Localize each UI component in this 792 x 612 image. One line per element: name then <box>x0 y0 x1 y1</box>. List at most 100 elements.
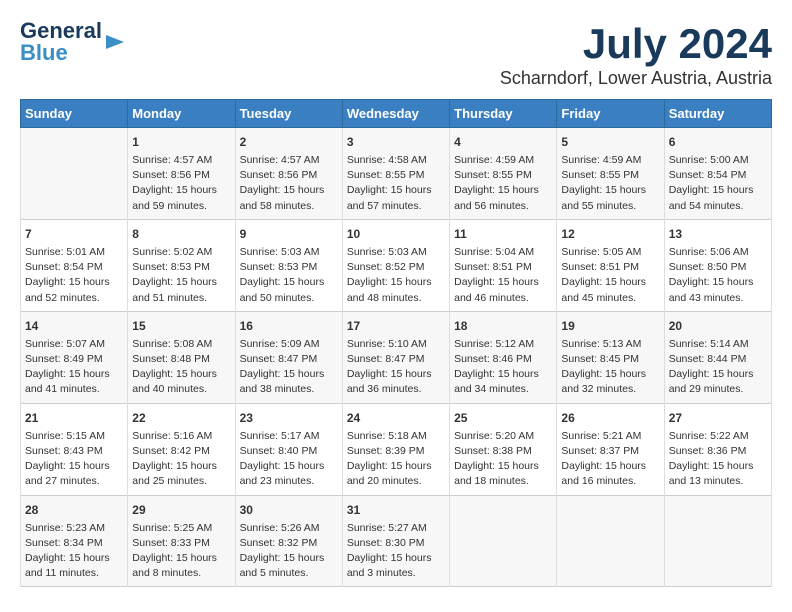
cell-content: Sunrise: 5:03 AM Sunset: 8:53 PM Dayligh… <box>240 245 338 306</box>
calendar-cell: 25 Sunrise: 5:20 AM Sunset: 8:38 PM Dayli… <box>450 403 557 495</box>
cell-content: Sunrise: 5:21 AM Sunset: 8:37 PM Dayligh… <box>561 429 659 490</box>
cell-content: Sunrise: 5:13 AM Sunset: 8:45 PM Dayligh… <box>561 337 659 398</box>
cell-content: Sunrise: 4:58 AM Sunset: 8:55 PM Dayligh… <box>347 153 445 214</box>
day-number: 9 <box>240 225 338 243</box>
calendar-cell: 26 Sunrise: 5:21 AM Sunset: 8:37 PM Dayli… <box>557 403 664 495</box>
cell-content: Sunrise: 5:14 AM Sunset: 8:44 PM Dayligh… <box>669 337 767 398</box>
day-header-row: SundayMondayTuesdayWednesdayThursdayFrid… <box>21 100 772 128</box>
calendar-cell: 29 Sunrise: 5:25 AM Sunset: 8:33 PM Dayli… <box>128 495 235 587</box>
calendar-cell: 8Sunrise: 5:02 AM Sunset: 8:53 PM Daylig… <box>128 219 235 311</box>
cell-content: Sunrise: 4:57 AM Sunset: 8:56 PM Dayligh… <box>240 153 338 214</box>
day-number: 25 <box>454 409 552 427</box>
day-number: 2 <box>240 133 338 151</box>
day-number: 28 <box>25 501 123 519</box>
calendar-cell: 20 Sunrise: 5:14 AM Sunset: 8:44 PM Dayli… <box>664 311 771 403</box>
calendar-cell: 14 Sunrise: 5:07 AM Sunset: 8:49 PM Dayli… <box>21 311 128 403</box>
calendar-table: SundayMondayTuesdayWednesdayThursdayFrid… <box>20 99 772 587</box>
calendar-cell: 17Sunrise: 5:10 AM Sunset: 8:47 PM Dayli… <box>342 311 449 403</box>
calendar-cell: 18 Sunrise: 5:12 AM Sunset: 8:46 PM Dayli… <box>450 311 557 403</box>
calendar-cell <box>557 495 664 587</box>
calendar-cell: 24 Sunrise: 5:18 AM Sunset: 8:39 PM Dayli… <box>342 403 449 495</box>
cell-content: Sunrise: 4:59 AM Sunset: 8:55 PM Dayligh… <box>454 153 552 214</box>
day-number: 3 <box>347 133 445 151</box>
cell-content: Sunrise: 5:23 AM Sunset: 8:34 PM Dayligh… <box>25 521 123 582</box>
calendar-cell: 28 Sunrise: 5:23 AM Sunset: 8:34 PM Dayli… <box>21 495 128 587</box>
cell-content: Sunrise: 5:01 AM Sunset: 8:54 PM Dayligh… <box>25 245 123 306</box>
cell-content: Sunrise: 5:18 AM Sunset: 8:39 PM Dayligh… <box>347 429 445 490</box>
day-number: 27 <box>669 409 767 427</box>
day-number: 14 <box>25 317 123 335</box>
calendar-cell: 27 Sunrise: 5:22 AM Sunset: 8:36 PM Dayli… <box>664 403 771 495</box>
calendar-cell <box>21 128 128 220</box>
cell-content: Sunrise: 5:22 AM Sunset: 8:36 PM Dayligh… <box>669 429 767 490</box>
cell-content: Sunrise: 5:09 AM Sunset: 8:47 PM Dayligh… <box>240 337 338 398</box>
calendar-cell: 16 Sunrise: 5:09 AM Sunset: 8:47 PM Dayli… <box>235 311 342 403</box>
cell-content: Sunrise: 4:59 AM Sunset: 8:55 PM Dayligh… <box>561 153 659 214</box>
day-number: 18 <box>454 317 552 335</box>
cell-content: Sunrise: 5:25 AM Sunset: 8:33 PM Dayligh… <box>132 521 230 582</box>
cell-content: Sunrise: 5:12 AM Sunset: 8:46 PM Dayligh… <box>454 337 552 398</box>
cell-content: Sunrise: 5:04 AM Sunset: 8:51 PM Dayligh… <box>454 245 552 306</box>
cell-content: Sunrise: 5:03 AM Sunset: 8:52 PM Dayligh… <box>347 245 445 306</box>
day-number: 19 <box>561 317 659 335</box>
calendar-cell: 30 Sunrise: 5:26 AM Sunset: 8:32 PM Dayli… <box>235 495 342 587</box>
logo-general: General <box>20 20 102 42</box>
calendar-cell: 21 Sunrise: 5:15 AM Sunset: 8:43 PM Dayli… <box>21 403 128 495</box>
cell-content: Sunrise: 5:17 AM Sunset: 8:40 PM Dayligh… <box>240 429 338 490</box>
day-number: 30 <box>240 501 338 519</box>
day-header-friday: Friday <box>557 100 664 128</box>
week-row-3: 14 Sunrise: 5:07 AM Sunset: 8:49 PM Dayli… <box>21 311 772 403</box>
day-number: 22 <box>132 409 230 427</box>
cell-content: Sunrise: 5:27 AM Sunset: 8:30 PM Dayligh… <box>347 521 445 582</box>
day-number: 8 <box>132 225 230 243</box>
week-row-1: 1 Sunrise: 4:57 AM Sunset: 8:56 PM Daylig… <box>21 128 772 220</box>
sub-title: Scharndorf, Lower Austria, Austria <box>500 68 772 89</box>
calendar-cell: 4 Sunrise: 4:59 AM Sunset: 8:55 PM Daylig… <box>450 128 557 220</box>
day-number: 5 <box>561 133 659 151</box>
calendar-cell: 1 Sunrise: 4:57 AM Sunset: 8:56 PM Daylig… <box>128 128 235 220</box>
cell-content: Sunrise: 5:10 AM Sunset: 8:47 PM Dayligh… <box>347 337 445 398</box>
day-header-tuesday: Tuesday <box>235 100 342 128</box>
day-number: 10 <box>347 225 445 243</box>
day-number: 16 <box>240 317 338 335</box>
day-number: 11 <box>454 225 552 243</box>
day-number: 1 <box>132 133 230 151</box>
calendar-cell: 5 Sunrise: 4:59 AM Sunset: 8:55 PM Daylig… <box>557 128 664 220</box>
week-row-2: 7 Sunrise: 5:01 AM Sunset: 8:54 PM Daylig… <box>21 219 772 311</box>
cell-content: Sunrise: 4:57 AM Sunset: 8:56 PM Dayligh… <box>132 153 230 214</box>
day-header-monday: Monday <box>128 100 235 128</box>
day-number: 26 <box>561 409 659 427</box>
day-number: 31 <box>347 501 445 519</box>
calendar-cell: 22Sunrise: 5:16 AM Sunset: 8:42 PM Dayli… <box>128 403 235 495</box>
day-number: 7 <box>25 225 123 243</box>
cell-content: Sunrise: 5:20 AM Sunset: 8:38 PM Dayligh… <box>454 429 552 490</box>
day-number: 4 <box>454 133 552 151</box>
day-number: 20 <box>669 317 767 335</box>
day-number: 21 <box>25 409 123 427</box>
calendar-cell: 23Sunrise: 5:17 AM Sunset: 8:40 PM Dayli… <box>235 403 342 495</box>
calendar-cell: 10 Sunrise: 5:03 AM Sunset: 8:52 PM Dayli… <box>342 219 449 311</box>
logo: General Blue <box>20 20 126 64</box>
day-header-sunday: Sunday <box>21 100 128 128</box>
cell-content: Sunrise: 5:05 AM Sunset: 8:51 PM Dayligh… <box>561 245 659 306</box>
main-title: July 2024 <box>500 20 772 68</box>
day-number: 29 <box>132 501 230 519</box>
logo-blue: Blue <box>20 42 102 64</box>
calendar-cell <box>664 495 771 587</box>
day-header-wednesday: Wednesday <box>342 100 449 128</box>
day-header-saturday: Saturday <box>664 100 771 128</box>
calendar-cell: 15 Sunrise: 5:08 AM Sunset: 8:48 PM Dayli… <box>128 311 235 403</box>
day-number: 15 <box>132 317 230 335</box>
cell-content: Sunrise: 5:26 AM Sunset: 8:32 PM Dayligh… <box>240 521 338 582</box>
day-number: 12 <box>561 225 659 243</box>
title-block: July 2024 Scharndorf, Lower Austria, Aus… <box>500 20 772 89</box>
week-row-4: 21 Sunrise: 5:15 AM Sunset: 8:43 PM Dayli… <box>21 403 772 495</box>
cell-content: Sunrise: 5:08 AM Sunset: 8:48 PM Dayligh… <box>132 337 230 398</box>
logo-arrow-icon <box>104 31 126 53</box>
cell-content: Sunrise: 5:07 AM Sunset: 8:49 PM Dayligh… <box>25 337 123 398</box>
cell-content: Sunrise: 5:15 AM Sunset: 8:43 PM Dayligh… <box>25 429 123 490</box>
day-number: 24 <box>347 409 445 427</box>
calendar-cell: 11 Sunrise: 5:04 AM Sunset: 8:51 PM Dayli… <box>450 219 557 311</box>
calendar-cell: 6Sunrise: 5:00 AM Sunset: 8:54 PM Daylig… <box>664 128 771 220</box>
calendar-cell <box>450 495 557 587</box>
